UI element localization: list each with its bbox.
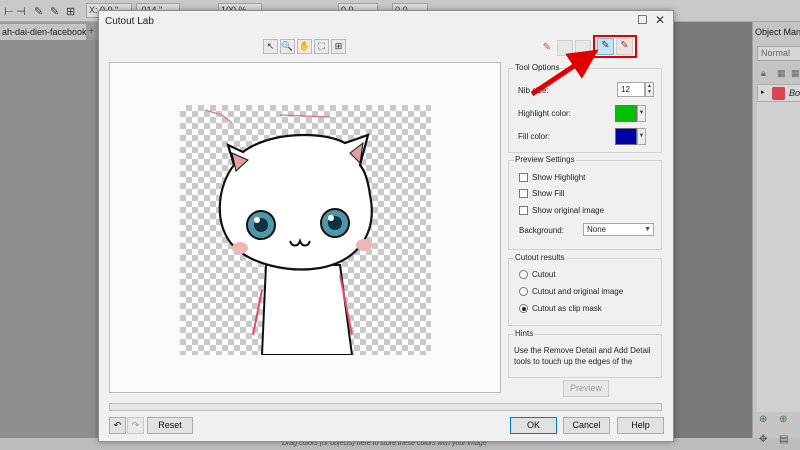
pointer-icon[interactable]: ↖ bbox=[263, 39, 278, 54]
fill-color-dropdown-icon[interactable]: ▼ bbox=[637, 128, 646, 145]
background-value: None bbox=[587, 225, 607, 234]
preview-area[interactable] bbox=[109, 62, 501, 393]
preview-settings-title: Preview Settings bbox=[514, 155, 576, 164]
cancel-button[interactable]: Cancel bbox=[563, 417, 610, 434]
cutout-clip-mask-radio[interactable] bbox=[519, 304, 528, 313]
new-layer-icon[interactable]: ⊕ bbox=[779, 414, 787, 425]
preview-button[interactable]: Preview bbox=[563, 380, 609, 397]
undo-button[interactable]: ↶ bbox=[109, 417, 126, 434]
preview-settings-group: Preview Settings Show Highlight Show Fil… bbox=[508, 155, 662, 250]
hints-group: Hints Use the Remove Detail and Add Deta… bbox=[508, 329, 662, 378]
nib-size-stepper[interactable]: ▲ ▼ bbox=[645, 82, 654, 97]
pen-icon[interactable]: ✎ bbox=[34, 5, 43, 18]
fill-color-swatch[interactable] bbox=[615, 128, 637, 145]
help-button[interactable]: Help bbox=[617, 417, 664, 434]
nib-size-input[interactable]: 12 bbox=[617, 82, 645, 97]
zoom-icon[interactable]: 🔍 bbox=[280, 39, 295, 54]
highlight-color-dropdown-icon[interactable]: ▼ bbox=[637, 105, 646, 122]
tool-icon[interactable]: ⊢ bbox=[4, 5, 14, 18]
layer-icon[interactable]: ▦ bbox=[777, 68, 786, 79]
move-icon[interactable]: ✥ bbox=[759, 434, 767, 445]
show-highlight-label: Show Highlight bbox=[532, 173, 586, 182]
grid-icon[interactable]: ⊞ bbox=[66, 5, 75, 18]
highlight-color-swatch[interactable] bbox=[615, 105, 637, 122]
view-toolbar: ↖ 🔍 ✋ ⛶ ⊞ bbox=[263, 39, 346, 54]
pan-hand-icon[interactable]: ✋ bbox=[297, 39, 312, 54]
layer-row[interactable]: ▸ Bo bbox=[757, 84, 800, 102]
object-manager-title: Object Manag bbox=[755, 27, 800, 37]
annotation-highlight-box bbox=[593, 35, 637, 58]
object-list bbox=[757, 102, 800, 412]
hints-text: Use the Remove Detail and Add Detail too… bbox=[514, 346, 651, 366]
background-select[interactable]: None ▼ bbox=[583, 223, 654, 236]
nib-size-label: Nib size: bbox=[518, 86, 549, 95]
tool-icon[interactable]: ⊣ bbox=[16, 5, 26, 18]
chevron-down-icon: ▼ bbox=[644, 226, 651, 233]
lock-icon[interactable]: 🔒︎ bbox=[761, 68, 766, 79]
layer-icon[interactable]: ▦ bbox=[791, 68, 800, 79]
cutout-results-group: Cutout results Cutout Cutout and origina… bbox=[508, 253, 662, 326]
dialog-title: Cutout Lab bbox=[105, 16, 154, 27]
tool-options-group: Tool Options Nib size: 12 ▲ ▼ Highlight c… bbox=[508, 63, 662, 153]
outline-tool-button[interactable] bbox=[575, 40, 591, 56]
pen-icon[interactable]: ✎ bbox=[50, 5, 59, 18]
highlight-color-label: Highlight color: bbox=[518, 109, 571, 118]
cutout-clip-mask-label: Cutout as clip mask bbox=[532, 304, 602, 313]
cutout-lab-dialog: Cutout Lab ☐ ✕ ↖ 🔍 ✋ ⛶ ⊞ ✎ ✎ ✎ Tool Opti… bbox=[98, 10, 674, 442]
ok-button[interactable]: OK bbox=[510, 417, 557, 434]
progress-bar bbox=[109, 403, 662, 411]
maximize-button[interactable]: ☐ bbox=[637, 13, 648, 27]
workspace-canvas bbox=[0, 40, 100, 438]
zoom-to-fit-icon[interactable]: ⛶ bbox=[314, 39, 329, 54]
tool-options-title: Tool Options bbox=[514, 63, 561, 72]
redo-button[interactable]: ↷ bbox=[127, 417, 144, 434]
blend-mode-select[interactable]: Normal bbox=[757, 46, 800, 61]
layer-label: Bo bbox=[789, 88, 800, 98]
show-highlight-checkbox[interactable] bbox=[519, 173, 528, 182]
show-fill-label: Show Fill bbox=[532, 189, 565, 198]
actual-size-icon[interactable]: ⊞ bbox=[331, 39, 346, 54]
bitmap-thumbnail-icon bbox=[772, 87, 785, 100]
close-button[interactable]: ✕ bbox=[655, 13, 665, 27]
cutout-tools: ✎ bbox=[539, 37, 591, 59]
show-original-label: Show original image bbox=[532, 206, 605, 215]
show-original-checkbox[interactable] bbox=[519, 206, 528, 215]
hints-title: Hints bbox=[514, 329, 535, 338]
cutout-and-original-radio[interactable] bbox=[519, 287, 528, 296]
inside-fill-tool-button[interactable] bbox=[557, 40, 573, 56]
document-tabs: ah-dai-dien-facebook... + bbox=[0, 22, 100, 40]
fill-color-label: Fill color: bbox=[518, 132, 551, 141]
new-layer-icon[interactable]: ⊕ bbox=[759, 414, 767, 425]
document-tab[interactable]: ah-dai-dien-facebook... bbox=[0, 24, 86, 40]
cutout-results-title: Cutout results bbox=[514, 253, 566, 262]
background-label: Background: bbox=[519, 226, 564, 235]
cutout-radio[interactable] bbox=[519, 270, 528, 279]
page-icon[interactable]: ▤ bbox=[779, 434, 788, 445]
cutout-and-original-label: Cutout and original image bbox=[532, 287, 624, 296]
show-fill-checkbox[interactable] bbox=[519, 189, 528, 198]
eraser-icon[interactable]: ✎ bbox=[539, 40, 555, 56]
object-manager-docker: Object Manag Normal 🔒︎ ▦ ▦ ▸ Bo ⊕ ⊕ ✥ ▤ bbox=[752, 22, 800, 445]
cutout-option-label: Cutout bbox=[532, 270, 556, 279]
add-tab-icon[interactable]: + bbox=[88, 25, 94, 37]
reset-button[interactable]: Reset bbox=[147, 417, 193, 434]
cat-cutout-image bbox=[204, 109, 373, 355]
expand-icon[interactable]: ▸ bbox=[761, 88, 765, 96]
